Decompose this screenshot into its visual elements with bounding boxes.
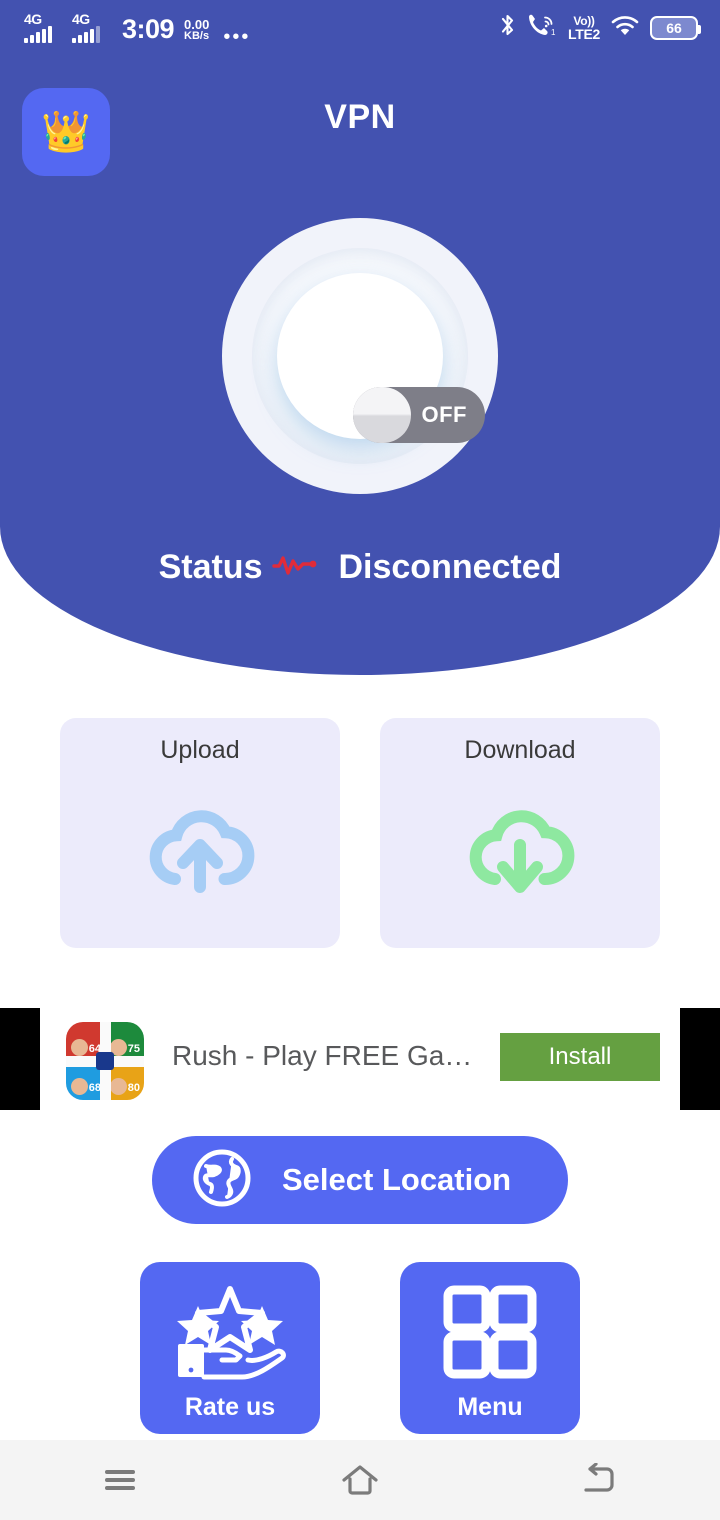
recents-button[interactable]	[0, 1466, 240, 1494]
download-card[interactable]: Download	[380, 718, 660, 948]
menu-label: Menu	[457, 1393, 523, 1421]
toggle-knob	[353, 387, 411, 443]
wifi-calling-icon: 1	[527, 13, 557, 43]
ad-app-name: Rush - Play FREE Ga…	[172, 1040, 473, 1071]
ad-install-button[interactable]: Install	[500, 1033, 660, 1081]
android-nav-bar	[0, 1440, 720, 1520]
status-bar-clock: 3:09	[122, 14, 175, 44]
globe-icon	[190, 1146, 254, 1215]
volte-line-2: LTE2	[568, 26, 600, 42]
page-title: VPN	[324, 98, 396, 136]
toggle-state-label: OFF	[421, 402, 467, 427]
back-button[interactable]	[480, 1463, 720, 1497]
rate-us-label: Rate us	[184, 1393, 276, 1421]
notification-overflow-icon: •••	[223, 26, 251, 48]
connection-status: Status Disconnected	[0, 548, 720, 587]
status-bar-right: 1 Vo)) LTE2 66	[500, 13, 720, 43]
vpn-power-button[interactable]: OFF	[222, 218, 498, 494]
download-card-title: Download	[464, 736, 576, 764]
status-bar-left: 4G 4G 3:09 0.00 KB/s •••	[0, 11, 251, 48]
network-speed-unit: KB/s	[184, 30, 210, 43]
back-icon	[584, 1463, 614, 1492]
network-speed-value: 0.00	[184, 16, 210, 32]
home-button[interactable]	[240, 1462, 480, 1498]
svg-text:1: 1	[551, 28, 556, 37]
select-location-label: Select Location	[282, 1162, 512, 1197]
ad-app-icon: 64 75 68 80	[66, 1022, 144, 1100]
header-panel: 4G 4G 3:09 0.00 KB/s ••• 1 Vo)) LTE2 66 …	[0, 0, 720, 675]
home-icon	[342, 1465, 378, 1495]
battery-icon: 66	[650, 16, 701, 40]
status-value: Disconnected	[338, 548, 562, 586]
cloud-download-icon	[462, 791, 578, 906]
cloud-upload-icon	[142, 791, 258, 906]
ad-letterbox-right	[680, 1008, 720, 1110]
wifi-icon	[611, 15, 639, 42]
status-bar: 4G 4G 3:09 0.00 KB/s ••• 1 Vo)) LTE2 66	[0, 0, 720, 56]
vpn-app-screen: 4G 4G 3:09 0.00 KB/s ••• 1 Vo)) LTE2 66 …	[0, 0, 720, 1520]
signal-sim1-icon: 4G	[24, 11, 66, 43]
hand-stars-icon	[170, 1284, 290, 1385]
ad-icon-score-4: 80	[127, 1082, 140, 1094]
pulse-icon	[272, 548, 328, 587]
signal-sim2-icon: 4G	[72, 11, 114, 43]
vpn-toggle-switch[interactable]: OFF	[353, 387, 485, 443]
upload-card[interactable]: Upload	[60, 718, 340, 948]
network-speed: 0.00 KB/s	[184, 18, 209, 43]
status-label: Status	[158, 548, 263, 586]
bluetooth-icon	[500, 13, 516, 43]
grid-menu-icon	[442, 1284, 538, 1385]
power-ring-inner: OFF	[277, 273, 485, 443]
battery-percent: 66	[666, 20, 682, 36]
ad-icon-score-2: 75	[127, 1043, 140, 1055]
upload-card-title: Upload	[160, 736, 240, 764]
volte-icon: Vo)) LTE2	[568, 15, 600, 41]
rate-us-button[interactable]: Rate us	[140, 1262, 320, 1434]
select-location-button[interactable]: Select Location	[152, 1136, 568, 1224]
menu-button[interactable]: Menu	[400, 1262, 580, 1434]
speed-cards: Upload Download	[0, 718, 720, 948]
ad-letterbox-left	[0, 1008, 40, 1110]
